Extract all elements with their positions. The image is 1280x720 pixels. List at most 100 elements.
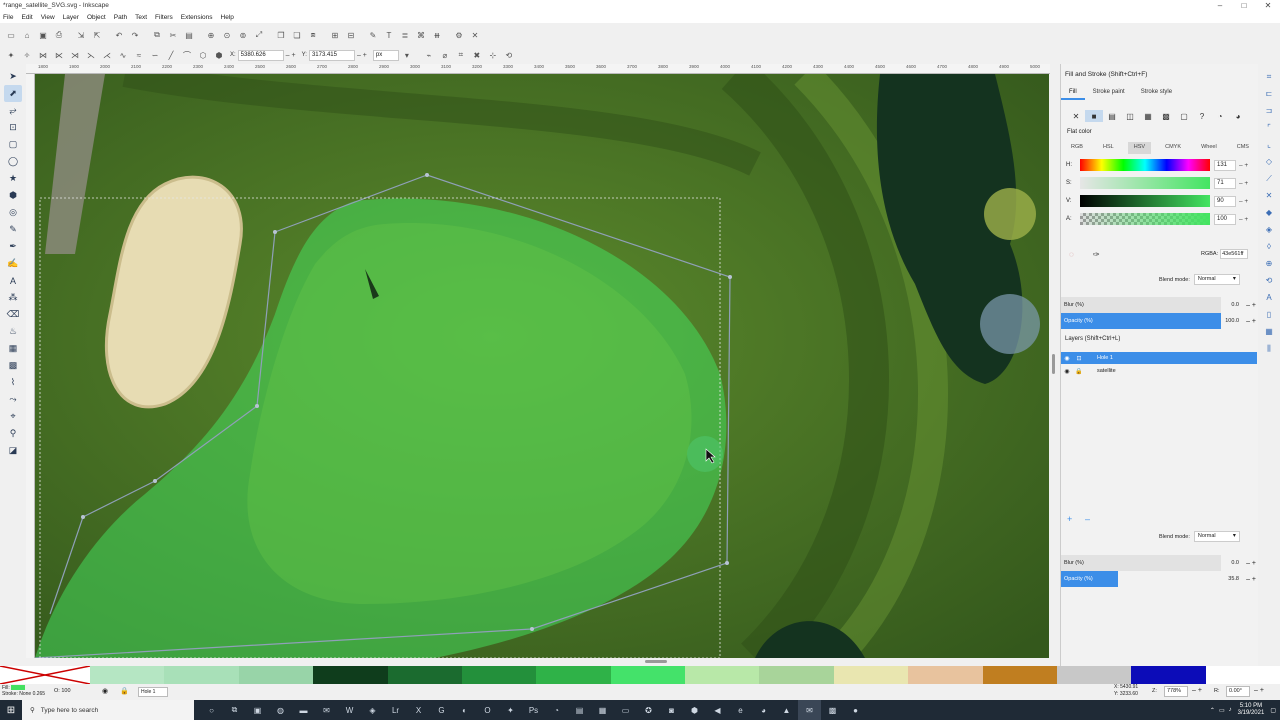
y-input[interactable]: 3173.415	[308, 49, 355, 61]
star-tool-icon[interactable]: ★	[4, 170, 22, 187]
task-view-icon[interactable]: ⧉	[223, 700, 246, 720]
segment-line-icon[interactable]: ╱	[163, 48, 179, 62]
layer-visibility-icon[interactable]: ◉	[102, 687, 108, 695]
show-clip-icon[interactable]: ⌁	[421, 48, 437, 62]
opacity-value[interactable]: 100.0	[1225, 318, 1239, 324]
layers-icon[interactable]: ≣	[397, 28, 413, 42]
fill-stroke-indicator[interactable]: Fill: Stroke: None 0.265	[2, 685, 45, 697]
document-properties-icon[interactable]: ✕	[467, 28, 483, 42]
menu-layer[interactable]: Layer	[63, 14, 79, 21]
path-node[interactable]	[530, 627, 534, 631]
new-document-icon[interactable]: ▭	[3, 28, 19, 42]
magnifier-icon[interactable]: ⚲	[4, 425, 22, 442]
zoom-tool-icon[interactable]: ⊡	[4, 119, 22, 136]
paste-icon[interactable]: ▤	[181, 28, 197, 42]
saturation-input[interactable]: 71	[1214, 177, 1236, 189]
snap-cusp-icon[interactable]: ◆	[1261, 204, 1277, 221]
y-stepper[interactable]: – +	[357, 52, 367, 59]
mode-hsv[interactable]: HSV	[1127, 142, 1152, 154]
flat-color-icon[interactable]: ■	[1085, 110, 1103, 122]
edge-icon[interactable]: e	[729, 700, 752, 720]
snap-page-icon[interactable]: ▯	[1261, 306, 1277, 323]
node-tool-icon[interactable]: ⬈	[4, 85, 22, 102]
app-icon[interactable]: G	[430, 700, 453, 720]
layer-opacity-slider[interactable]: Opacity (%)	[1061, 571, 1119, 587]
layer-blend-select[interactable]: Normal	[1193, 531, 1240, 542]
rotation-stepper[interactable]: – +	[1254, 687, 1264, 694]
snap-midpoint-icon[interactable]: ◊	[1261, 238, 1277, 255]
lightroom-icon[interactable]: Lr	[384, 700, 407, 720]
alpha-slider[interactable]	[1080, 213, 1210, 225]
zoom-input[interactable]: 778%	[1164, 686, 1188, 697]
layer-blur-value[interactable]: 0.0	[1231, 560, 1239, 566]
inkscape-icon[interactable]: ▲	[775, 700, 798, 720]
fill-stroke-icon[interactable]: ✎	[365, 28, 381, 42]
tray-overflow-icon[interactable]: ⌃	[1210, 707, 1215, 714]
snap-toggle-icon[interactable]: ⌗	[1261, 68, 1277, 85]
horizontal-scrollbar[interactable]	[35, 658, 1049, 665]
duplicate-icon[interactable]: ❐	[273, 28, 289, 42]
layer-blur-stepper[interactable]: – +	[1246, 560, 1256, 567]
tab-stroke-paint[interactable]: Stroke paint	[1085, 86, 1133, 100]
palette-swatch[interactable]	[610, 666, 685, 684]
blur-value[interactable]: 0.0	[1231, 302, 1239, 308]
app-icon[interactable]: ◙	[660, 700, 683, 720]
blend-mode-select[interactable]: Normal	[1193, 274, 1240, 285]
save-icon[interactable]: ▣	[35, 28, 51, 42]
blur-stepper[interactable]: – +	[1246, 302, 1256, 309]
cut-icon[interactable]: ✂	[165, 28, 181, 42]
unlink-clone-icon[interactable]: ⧈	[305, 28, 321, 42]
eye-icon[interactable]: ◉	[1061, 355, 1073, 362]
opacity-slider[interactable]: Opacity (%)	[1061, 313, 1221, 329]
snap-bbox-edge-icon[interactable]: ⊐	[1261, 102, 1277, 119]
palette-swatch[interactable]	[461, 666, 537, 684]
saturation-slider[interactable]	[1080, 177, 1210, 189]
show-outline-icon[interactable]: ⊹	[485, 48, 501, 62]
color-picker-icon[interactable]: ✑	[1093, 250, 1100, 259]
cortana-icon[interactable]: ○	[200, 700, 223, 720]
dropper-tool-icon[interactable]: ⌇	[4, 374, 22, 391]
3d-box-tool-icon[interactable]: ⬢	[4, 187, 22, 204]
excel-icon[interactable]: X	[407, 700, 430, 720]
ungroup-icon[interactable]: ⊟	[343, 28, 359, 42]
lock-closed-icon[interactable]: 🔒	[1073, 368, 1085, 375]
inkscape-active-icon[interactable]: ✉	[798, 700, 821, 720]
horizontal-ruler[interactable]: 1800 1900 2000 2100 2200 2300 2400 2500 2600 2700…	[26, 64, 1050, 74]
eraser-icon[interactable]: ◪	[4, 442, 22, 459]
saturation-stepper[interactable]: – +	[1239, 180, 1248, 187]
eye-icon[interactable]: ◉	[1061, 368, 1073, 375]
menu-extensions[interactable]: Extensions	[181, 14, 213, 21]
layer-row-satellite[interactable]: ◉ 🔒 satellite	[1061, 365, 1257, 377]
palette-swatch[interactable]	[536, 666, 611, 684]
snap-bbox-midpoint-icon[interactable]: ⌞	[1261, 136, 1277, 153]
mode-cmyk[interactable]: CMYK	[1159, 142, 1187, 154]
copy-icon[interactable]: ⧉	[149, 28, 165, 42]
show-transform-icon[interactable]: ⌗	[453, 48, 469, 62]
align-icon[interactable]: ⧻	[429, 28, 445, 42]
palette-swatch[interactable]	[238, 666, 314, 684]
menu-text[interactable]: Text	[135, 14, 147, 21]
x-stepper[interactable]: – +	[286, 52, 296, 59]
vertical-scrollbar[interactable]	[1050, 64, 1058, 658]
object-opacity[interactable]: O: 100	[54, 688, 71, 694]
insert-node-icon[interactable]: ✦	[3, 48, 19, 62]
value-slider[interactable]	[1080, 195, 1210, 207]
menu-help[interactable]: Help	[221, 14, 234, 21]
outlook-icon[interactable]: O	[476, 700, 499, 720]
path-node[interactable]	[725, 561, 729, 565]
mode-rgb[interactable]: RGB	[1065, 142, 1089, 154]
snap-nodes-icon[interactable]: ◇	[1261, 153, 1277, 170]
rgba-input[interactable]: 43e561ff	[1220, 249, 1249, 259]
mesh-gradient-icon[interactable]: ▦	[1139, 110, 1157, 122]
fill-rule-evenodd-icon[interactable]: ◔	[1211, 110, 1229, 122]
import-icon[interactable]: ⇲	[73, 28, 89, 42]
pattern-icon[interactable]: ▩	[1157, 110, 1175, 122]
palette-swatch[interactable]	[833, 666, 909, 684]
horizontal-scroll-thumb[interactable]	[645, 660, 667, 663]
vertical-scroll-thumb[interactable]	[1052, 354, 1055, 374]
calligraphy-tool-icon[interactable]: ✍	[4, 255, 22, 272]
export-icon[interactable]: ⇱	[89, 28, 105, 42]
value-stepper[interactable]: – +	[1239, 198, 1248, 205]
snap-grid-icon[interactable]: ▦	[1261, 323, 1277, 340]
record-icon[interactable]: ●	[844, 700, 867, 720]
